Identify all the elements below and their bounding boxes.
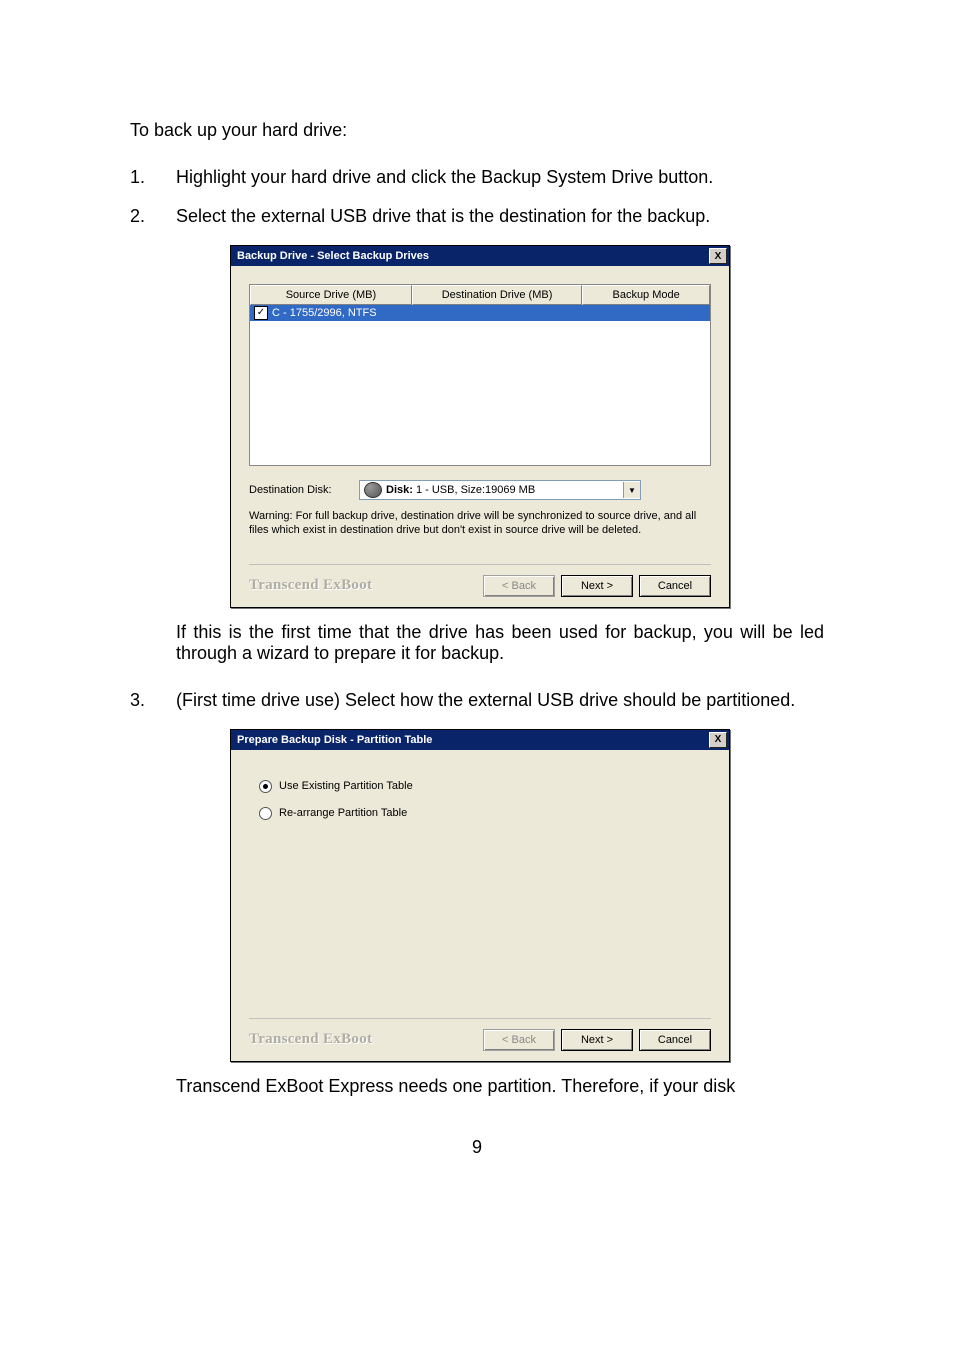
- step-2-note: If this is the first time that the drive…: [176, 622, 824, 664]
- radio-rearrange-label: Re-arrange Partition Table: [279, 807, 407, 819]
- radio-icon[interactable]: [259, 780, 272, 793]
- cancel-button[interactable]: Cancel: [639, 575, 711, 597]
- dialog-partition-table: Prepare Backup Disk - Partition Table X …: [230, 729, 730, 1062]
- radio-icon[interactable]: [259, 807, 272, 820]
- col-destination-drive[interactable]: Destination Drive (MB): [412, 285, 582, 305]
- step-1-num: 1.: [130, 167, 176, 188]
- brand-label: Transcend ExBoot: [249, 577, 477, 594]
- page-number: 9: [130, 1137, 824, 1158]
- col-source-drive[interactable]: Source Drive (MB): [250, 285, 412, 305]
- step-1-text: Highlight your hard drive and click the …: [176, 167, 824, 188]
- dialog-select-backup-drives: Backup Drive - Select Backup Drives X So…: [230, 245, 730, 608]
- back-button: < Back: [483, 575, 555, 597]
- dialog2-titlebar[interactable]: Prepare Backup Disk - Partition Table X: [231, 730, 729, 750]
- cancel-button[interactable]: Cancel: [639, 1029, 711, 1051]
- back-button: < Back: [483, 1029, 555, 1051]
- step-3-num: 3.: [130, 690, 176, 711]
- close-icon[interactable]: X: [709, 732, 727, 748]
- radio-use-existing[interactable]: Use Existing Partition Table: [259, 780, 701, 793]
- destination-disk-value: Disk: 1 - USB, Size:19069 MB: [386, 484, 623, 496]
- radio-use-existing-label: Use Existing Partition Table: [279, 780, 413, 792]
- radio-rearrange[interactable]: Re-arrange Partition Table: [259, 807, 701, 820]
- dialog1-titlebar[interactable]: Backup Drive - Select Backup Drives X: [231, 246, 729, 266]
- next-button[interactable]: Next >: [561, 575, 633, 597]
- next-button[interactable]: Next >: [561, 1029, 633, 1051]
- step-3-text: (First time drive use) Select how the ex…: [176, 690, 824, 711]
- drive-table: Source Drive (MB) Destination Drive (MB)…: [249, 284, 711, 466]
- chevron-down-icon[interactable]: ▼: [623, 482, 640, 498]
- drive-row-label: C - 1755/2996, NTFS: [272, 307, 377, 319]
- step-2-text: Select the external USB drive that is th…: [176, 206, 824, 227]
- col-backup-mode[interactable]: Backup Mode: [582, 285, 710, 305]
- brand-label: Transcend ExBoot: [249, 1031, 477, 1048]
- destination-disk-combo[interactable]: Disk: 1 - USB, Size:19069 MB ▼: [359, 480, 641, 500]
- warning-text: Warning: For full backup drive, destinat…: [249, 510, 711, 538]
- step-2-num: 2.: [130, 206, 176, 227]
- drive-row-selected[interactable]: C - 1755/2996, NTFS: [250, 305, 710, 321]
- intro-text: To back up your hard drive:: [130, 120, 824, 141]
- step-3-note: Transcend ExBoot Express needs one parti…: [176, 1076, 824, 1097]
- disk-icon: [364, 482, 382, 498]
- dialog2-title: Prepare Backup Disk - Partition Table: [237, 734, 709, 746]
- dialog1-title: Backup Drive - Select Backup Drives: [237, 250, 709, 262]
- destination-disk-label: Destination Disk:: [249, 484, 359, 496]
- close-icon[interactable]: X: [709, 248, 727, 264]
- checkbox-icon[interactable]: [254, 306, 268, 320]
